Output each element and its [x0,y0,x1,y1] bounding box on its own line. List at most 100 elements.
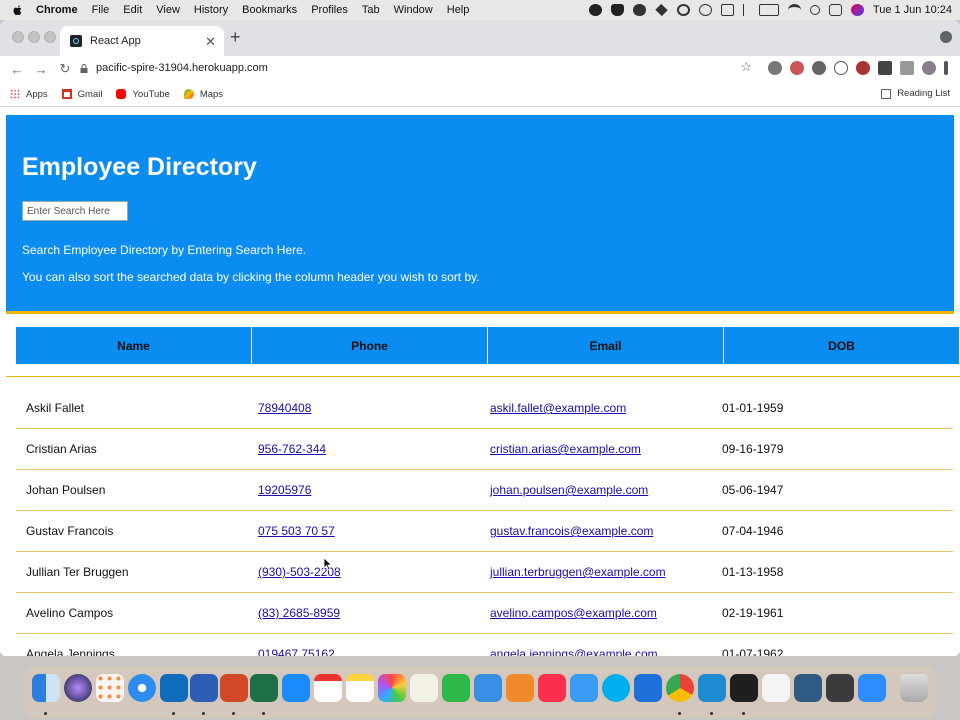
dropbox-icon[interactable] [655,3,668,17]
fusion-icon[interactable] [506,674,534,702]
excel-icon[interactable] [250,674,278,702]
control-center-icon[interactable] [828,4,842,16]
extension-icon[interactable] [768,61,782,75]
phone-link[interactable]: 019467 75162 [258,647,335,656]
menu-app-name[interactable]: Chrome [36,4,78,16]
bookmark-apps[interactable]: Apps [10,89,48,100]
terminal-icon[interactable] [730,674,758,702]
email-link[interactable]: angela.jennings@example.com [490,647,658,656]
apple-menu-icon[interactable] [12,4,24,16]
outlook-icon[interactable] [160,674,188,702]
email-link[interactable]: avelino.campos@example.com [490,606,657,620]
onedrive-icon[interactable] [634,674,662,702]
close-window-button[interactable] [12,31,24,43]
shield-icon[interactable] [610,4,624,16]
column-header-name[interactable]: Name [16,327,251,364]
column-header-dob[interactable]: DOB [724,327,959,364]
email-link[interactable]: gustav.francois@example.com [490,524,653,538]
email-link[interactable]: askil.fallet@example.com [490,401,626,415]
reading-list-button[interactable]: Reading List [881,88,950,99]
back-icon[interactable]: ← [10,62,24,77]
lock-icon[interactable] [80,63,88,73]
bookmark-star-icon[interactable]: ☆ [740,59,752,75]
record-icon[interactable] [588,4,602,16]
forward-icon[interactable]: → [34,62,48,77]
siri-icon[interactable] [64,674,92,702]
sync-icon[interactable] [676,4,690,16]
menu-file[interactable]: File [92,4,110,16]
numbers-icon[interactable] [442,674,470,702]
new-tab-icon[interactable]: + [230,27,241,48]
extension-icon[interactable] [856,61,870,75]
notes-icon[interactable] [346,674,374,702]
textedit-icon[interactable] [410,674,438,702]
phone-link[interactable]: 075 503 70 57 [258,524,335,538]
mysql-workbench-icon[interactable] [794,674,822,702]
menu-edit[interactable]: Edit [123,4,142,16]
battery-icon[interactable] [758,4,779,16]
phone-link[interactable]: (83) 2685-8959 [258,606,340,620]
email-link[interactable]: cristian.arias@example.com [490,442,641,456]
bookmark-maps[interactable]: Maps [183,89,223,100]
music-icon[interactable] [538,674,566,702]
url-text[interactable]: pacific-spire-31904.herokuapp.com [96,62,268,74]
extension-icon[interactable] [812,61,826,75]
zoom-icon[interactable] [858,674,886,702]
powerpoint-icon[interactable] [220,674,248,702]
menu-tab[interactable]: Tab [362,4,380,16]
wifi-icon[interactable] [787,4,801,16]
minimize-window-button[interactable] [28,31,40,43]
mail-icon[interactable] [570,674,598,702]
menu-help[interactable]: Help [447,4,470,16]
phone-link[interactable]: 19205976 [258,483,311,497]
address-bar[interactable]: pacific-spire-31904.herokuapp.com ☆ [74,56,758,80]
bookmark-gmail[interactable]: Gmail [61,89,102,100]
extension-icon[interactable] [834,61,848,75]
menu-bookmarks[interactable]: Bookmarks [242,4,297,16]
word-icon[interactable] [190,674,218,702]
bluetooth-icon[interactable] [742,4,750,16]
screenshot-icon[interactable] [826,674,854,702]
play-icon[interactable] [698,4,712,16]
phone-link[interactable]: 956-762-344 [258,442,326,456]
siri-icon[interactable] [850,4,864,16]
menu-view[interactable]: View [156,4,180,16]
app-store-icon[interactable] [282,674,310,702]
spotlight-icon[interactable] [809,5,820,15]
cloud-icon[interactable] [632,4,646,16]
column-header-phone[interactable]: Phone [252,327,487,364]
chrome-icon[interactable] [666,674,694,702]
skype-icon[interactable] [602,674,630,702]
page-viewport[interactable]: Employee Directory Search Employee Direc… [0,107,960,656]
phone-link[interactable]: 78940408 [258,401,311,415]
keynote-icon[interactable] [474,674,502,702]
launchpad-icon[interactable] [96,674,124,702]
menu-window[interactable]: Window [394,4,433,16]
textedit-doc-icon[interactable] [762,674,790,702]
search-input[interactable] [22,201,128,221]
tab-search-icon[interactable] [940,31,952,43]
more-menu-icon[interactable] [944,61,948,75]
vscode-icon[interactable] [698,674,726,702]
calendar-icon[interactable] [314,674,342,702]
email-link[interactable]: johan.poulsen@example.com [490,483,648,497]
extension-icon[interactable] [790,61,804,75]
menu-profiles[interactable]: Profiles [311,4,348,16]
browser-tab-active[interactable]: React App ✕ [60,26,224,56]
menu-history[interactable]: History [194,4,228,16]
bookmark-youtube[interactable]: YouTube [116,89,170,100]
photos-icon[interactable] [378,674,406,702]
reload-icon[interactable]: ↻ [58,61,72,77]
finder-icon[interactable] [32,674,60,702]
extension-icon[interactable] [900,61,914,75]
screen-icon[interactable] [720,4,734,16]
maximize-window-button[interactable] [44,31,56,43]
puzzle-icon[interactable] [878,61,892,75]
safari-icon[interactable] [128,674,156,702]
trash-icon[interactable] [900,674,928,702]
avatar[interactable] [922,61,936,75]
menubar-clock[interactable]: Tue 1 Jun 10:24 [873,4,952,16]
email-link[interactable]: jullian.terbruggen@example.com [490,565,666,579]
column-header-email[interactable]: Email [488,327,723,364]
close-tab-icon[interactable]: ✕ [205,34,216,50]
